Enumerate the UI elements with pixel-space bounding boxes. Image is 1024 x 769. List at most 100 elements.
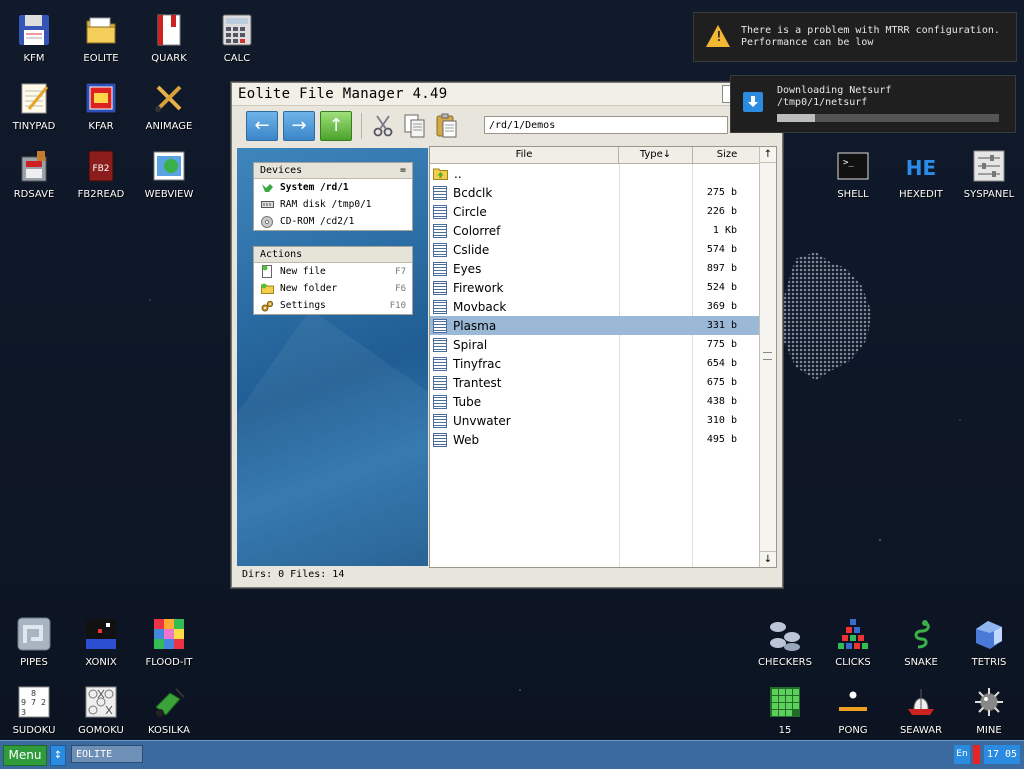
- file-name: Spiral: [453, 337, 488, 352]
- action-new-file[interactable]: New file F7: [254, 263, 412, 280]
- devices-header[interactable]: Devices =: [254, 163, 412, 179]
- actions-header: Actions: [254, 247, 412, 263]
- notification-line: Performance can be low: [741, 37, 874, 48]
- desktop-icon-pipes[interactable]: PIPES: [0, 608, 68, 668]
- file-row[interactable]: Spiral 775 b: [430, 335, 776, 354]
- desktop-icon-calc[interactable]: CALC: [203, 4, 271, 64]
- device-cdrom[interactable]: CD-ROM /cd2/1: [254, 213, 412, 230]
- desktop-icon-shell[interactable]: >_ SHELL: [819, 140, 887, 200]
- desktop-icon-syspanel[interactable]: SYSPANEL: [955, 140, 1023, 200]
- desktop-icon-kosilka[interactable]: KOSILKA: [135, 676, 203, 736]
- desktop-icon-checkers[interactable]: CHECKERS: [751, 608, 819, 668]
- window-titlebar[interactable]: Eolite File Manager 4.49: [232, 83, 782, 106]
- file-name: Movback: [453, 299, 507, 314]
- download-notification[interactable]: Downloading Netsurf /tmp0/1/netsurf: [730, 75, 1016, 133]
- task-switch-button[interactable]: ↕: [50, 745, 66, 766]
- device-label: RAM disk /tmp0/1: [280, 199, 372, 210]
- scrollbar[interactable]: ↑ ↓: [759, 147, 776, 567]
- file-name: Circle: [453, 204, 487, 219]
- file-row[interactable]: Trantest 675 b: [430, 373, 776, 392]
- device-system[interactable]: System /rd/1: [254, 179, 412, 196]
- desktop-icon-fb2read[interactable]: FB2 FB2READ: [67, 140, 135, 200]
- desktop-icon-seawar[interactable]: SEAWAR: [887, 676, 955, 736]
- file-row[interactable]: Tinyfrac 654 b: [430, 354, 776, 373]
- file-icon: [433, 337, 447, 352]
- file-row[interactable]: Eyes 897 b: [430, 259, 776, 278]
- scrollbar-grip[interactable]: [763, 352, 772, 360]
- desktop-icon-label: PIPES: [20, 657, 48, 668]
- copy-icon: [404, 114, 425, 138]
- file-row[interactable]: Colorref 1 Kb: [430, 221, 776, 240]
- devices-menu-button[interactable]: =: [400, 163, 406, 178]
- file-row[interactable]: Web 495 b: [430, 430, 776, 449]
- desktop-icon-15[interactable]: 15: [751, 676, 819, 736]
- copy-button[interactable]: [402, 113, 428, 139]
- desktop-icon-kfar[interactable]: KFAR: [67, 72, 135, 132]
- forward-button[interactable]: →: [283, 111, 315, 141]
- desktop-icon-rdsave[interactable]: RDSAVE: [0, 140, 68, 200]
- desktop-icon-sudoku[interactable]: 8 9 7 2 3 SUDOKU: [0, 676, 68, 736]
- file-row[interactable]: Bcdclk 275 b: [430, 183, 776, 202]
- column-file[interactable]: File: [430, 147, 619, 163]
- folder-up-icon: [433, 168, 448, 180]
- device-ram-disk[interactable]: RAM disk /tmp0/1: [254, 196, 412, 213]
- svg-text:3: 3: [21, 708, 26, 717]
- action-new-folder[interactable]: New folder F6: [254, 280, 412, 297]
- file-row[interactable]: Firework 524 b: [430, 278, 776, 297]
- desktop-icon-eolite[interactable]: EOLITE: [67, 4, 135, 64]
- desktop-icon-label: CHECKERS: [758, 657, 812, 668]
- path-input[interactable]: /rd/1/Demos: [484, 116, 728, 134]
- desktop-icon-animage[interactable]: ANIMAGE: [135, 72, 203, 132]
- file-row[interactable]: Cslide 574 b: [430, 240, 776, 259]
- desktop-icon-label: SHELL: [837, 189, 869, 200]
- file-row[interactable]: Unvwater 310 b: [430, 411, 776, 430]
- tree-wallpaper-graphic: [780, 252, 872, 381]
- desktop-icon-hexedit[interactable]: HE HEXEDIT: [887, 140, 955, 200]
- ram-icon: [260, 199, 274, 211]
- desktop-icon-flood-it[interactable]: FLOOD-IT: [135, 608, 203, 668]
- menu-button[interactable]: Menu: [3, 745, 47, 766]
- file-icon: [433, 204, 447, 219]
- parent-folder-row[interactable]: ..: [430, 164, 776, 183]
- desktop-icon-label: FB2READ: [77, 189, 125, 200]
- file-row[interactable]: Circle 226 b: [430, 202, 776, 221]
- desktop-icon-snake[interactable]: SNAKE: [887, 608, 955, 668]
- desktop-icon-xonix[interactable]: XONIX: [67, 608, 135, 668]
- toolbar-separator: [361, 113, 362, 139]
- file-row[interactable]: Movback 369 b: [430, 297, 776, 316]
- column-size[interactable]: Size: [693, 147, 762, 163]
- desktop-icon-clicks[interactable]: CLICKS: [819, 608, 887, 668]
- clock[interactable]: 17 05: [984, 745, 1020, 764]
- new-folder-icon: [260, 283, 274, 295]
- back-button[interactable]: ←: [246, 111, 278, 141]
- book-icon: FB2: [84, 149, 118, 183]
- desktop-icon-gomoku[interactable]: GOMOKU: [67, 676, 135, 736]
- desktop-icon-tinypad[interactable]: TINYPAD: [0, 72, 68, 132]
- file-icon: [433, 242, 447, 257]
- scroll-up-button[interactable]: ↑: [760, 147, 776, 163]
- file-row[interactable]: Tube 438 b: [430, 392, 776, 411]
- scroll-down-button[interactable]: ↓: [760, 551, 776, 567]
- up-button[interactable]: ↑: [320, 111, 352, 141]
- shortcut-label: F6: [395, 283, 406, 294]
- column-type[interactable]: Type↓: [619, 147, 693, 163]
- paste-button[interactable]: [434, 113, 460, 139]
- svg-text:9: 9: [21, 698, 26, 707]
- cdrom-icon: [260, 215, 274, 228]
- desktop-icon-pong[interactable]: PONG: [819, 676, 887, 736]
- shortcut-label: F10: [389, 300, 406, 311]
- fifteen-icon: [768, 685, 802, 719]
- mtrr-notification[interactable]: ! There is a problem with MTRR configura…: [693, 12, 1017, 62]
- hex-icon: HE: [904, 149, 938, 183]
- language-indicator[interactable]: En: [954, 745, 970, 764]
- cut-button[interactable]: [370, 113, 396, 139]
- file-row[interactable]: Plasma 331 b: [430, 316, 776, 335]
- taskbar-item-eolite[interactable]: EOLITE: [71, 745, 143, 763]
- desktop-icon-mine[interactable]: MINE: [955, 676, 1023, 736]
- desktop-icon-tetris[interactable]: TETRIS: [955, 608, 1023, 668]
- action-settings[interactable]: Settings F10: [254, 297, 412, 314]
- desktop-icon-kfm[interactable]: KFM: [0, 4, 68, 64]
- desktop-icon-webview[interactable]: WEBVIEW: [135, 140, 203, 200]
- desktop-icon-label: TINYPAD: [12, 121, 56, 132]
- desktop-icon-quark[interactable]: QUARK: [135, 4, 203, 64]
